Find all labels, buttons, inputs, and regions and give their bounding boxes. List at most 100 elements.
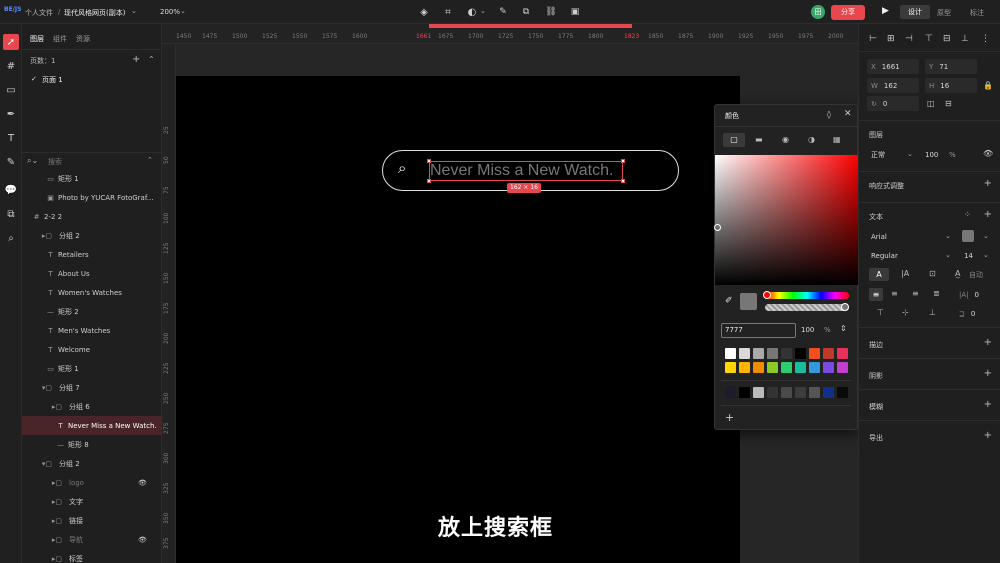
align-text-left-icon[interactable]: ≡ xyxy=(869,288,883,301)
hex-input[interactable]: 7777 xyxy=(721,323,796,338)
align-center-h-icon[interactable]: ⊞ xyxy=(887,34,895,44)
breadcrumb-root[interactable]: 个人文件 xyxy=(25,8,53,18)
chevron-down-icon[interactable]: ⌄ xyxy=(131,7,137,15)
selection-handle[interactable] xyxy=(427,159,431,163)
valign-bottom-icon[interactable]: ⊥ xyxy=(929,308,936,317)
solid-fill-icon[interactable]: ▢ xyxy=(723,133,745,147)
page-item[interactable]: 页面 1 xyxy=(42,75,63,85)
color-swatch[interactable] xyxy=(795,348,806,359)
chevron-down-icon[interactable]: ⌄ xyxy=(983,251,989,259)
list-item[interactable]: ▸▢ 链接 xyxy=(22,511,162,530)
add-export-icon[interactable]: + xyxy=(984,430,992,441)
link-icon[interactable]: ⛓ xyxy=(545,6,557,18)
add-stroke-icon[interactable]: + xyxy=(984,337,992,348)
text-auto-height-icon[interactable]: |A xyxy=(901,269,909,278)
image-fill-icon[interactable]: ▦ xyxy=(833,135,841,144)
letter-spacing-field[interactable]: |A| 0 xyxy=(955,287,995,302)
tab-design[interactable]: 设计 xyxy=(900,5,930,19)
layer-search-input[interactable]: 搜索 xyxy=(48,157,62,167)
align-middle-icon[interactable]: ⊟ xyxy=(943,34,951,44)
height-field[interactable]: H 16 xyxy=(925,78,977,93)
color-swatch[interactable] xyxy=(837,362,848,373)
color-cursor[interactable] xyxy=(714,224,721,231)
text-fixed-size-icon[interactable]: ⊡ xyxy=(929,269,936,278)
color-swatch[interactable] xyxy=(837,387,848,398)
collapse-all-icon[interactable]: ⌃ xyxy=(147,156,153,164)
width-field[interactable]: W 162 xyxy=(867,78,919,93)
color-swatch[interactable] xyxy=(767,362,778,373)
move-tool-icon[interactable]: ➚ xyxy=(3,34,19,50)
align-text-right-icon[interactable]: ≡ xyxy=(912,289,919,298)
color-swatch[interactable] xyxy=(809,348,820,359)
align-text-center-icon[interactable]: ≡ xyxy=(891,289,898,298)
list-item[interactable]: ▸▢ 文字 xyxy=(22,492,162,511)
search-icon[interactable]: ⌕⌄ xyxy=(27,156,38,166)
eye-icon[interactable]: 👁 xyxy=(138,479,147,487)
stepper-icon[interactable]: ⇕ xyxy=(840,324,847,333)
list-item[interactable]: ▸▢ logo 👁 xyxy=(22,473,162,492)
text-style-icon[interactable]: ⁘ xyxy=(964,210,971,219)
chevron-down-icon[interactable]: ⌄ xyxy=(983,232,989,240)
color-swatch[interactable] xyxy=(739,387,750,398)
color-swatch[interactable] xyxy=(809,387,820,398)
selection-handle[interactable] xyxy=(621,159,625,163)
file-name[interactable]: 现代风格网页(副本) xyxy=(64,8,125,18)
list-item[interactable]: — 矩形 8 xyxy=(22,435,162,454)
text-color-swatch[interactable] xyxy=(962,230,974,242)
add-blur-icon[interactable]: + xyxy=(984,399,992,410)
add-shadow-icon[interactable]: + xyxy=(984,368,992,379)
color-swatch[interactable] xyxy=(837,348,848,359)
alpha-handle[interactable] xyxy=(841,303,849,311)
rectangle-tool-icon[interactable]: ▭ xyxy=(3,82,19,98)
list-item[interactable]: ▭ 矩形 1 xyxy=(22,359,162,378)
text-tool-icon[interactable]: T xyxy=(3,130,19,146)
frame-tool-icon[interactable]: # xyxy=(3,58,19,74)
color-swatch[interactable] xyxy=(795,387,806,398)
opacity-drop-icon[interactable]: ◊ xyxy=(827,110,831,119)
list-item[interactable]: T Welcome xyxy=(22,340,162,359)
hue-handle[interactable] xyxy=(763,291,771,299)
list-item[interactable]: T Men's Watches xyxy=(22,321,162,340)
opacity-input[interactable]: 100 xyxy=(801,326,814,334)
pencil-tool-icon[interactable]: ✎ xyxy=(3,154,19,170)
text-auto-width-icon[interactable]: A xyxy=(869,268,889,281)
color-swatch[interactable] xyxy=(753,348,764,359)
list-item[interactable]: ▸▢ 导航 👁 xyxy=(22,530,162,549)
search-icon[interactable]: ⌕ xyxy=(398,161,406,176)
selection-handle[interactable] xyxy=(621,179,625,183)
add-page-icon[interactable]: + xyxy=(132,54,140,65)
list-item[interactable]: ▾▢ 分组 7 xyxy=(22,378,162,397)
list-item[interactable]: ▭ 矩形 1 xyxy=(22,169,162,188)
search-placeholder-text[interactable]: Never Miss a New Watch. xyxy=(430,162,613,180)
add-responsive-icon[interactable]: + xyxy=(984,178,992,189)
x-field[interactable]: X 1661 xyxy=(867,59,919,74)
auto-label[interactable]: 自动 xyxy=(969,270,983,280)
add-swatch-button[interactable]: + xyxy=(725,411,734,424)
color-swatch[interactable] xyxy=(781,387,792,398)
tab-prototype[interactable]: 原型 xyxy=(937,8,951,18)
color-swatch[interactable] xyxy=(725,387,736,398)
logo[interactable]: BE/JS xyxy=(4,6,21,13)
chevron-down-icon[interactable]: ⌄ xyxy=(180,7,186,15)
linear-gradient-icon[interactable]: ▬ xyxy=(755,135,763,144)
alpha-slider[interactable] xyxy=(765,304,849,311)
collapse-icon[interactable]: ⌃ xyxy=(148,55,155,64)
align-left-icon[interactable]: ⊢ xyxy=(869,34,877,44)
color-swatch[interactable] xyxy=(739,348,750,359)
tab-components[interactable]: 组件 xyxy=(53,34,67,44)
align-text-justify-icon[interactable]: ≣ xyxy=(933,289,940,298)
eye-icon[interactable]: 👁 xyxy=(983,149,993,158)
close-icon[interactable]: ✕ xyxy=(844,109,852,119)
chevron-down-icon[interactable]: ⌄ xyxy=(480,7,486,15)
share-button[interactable]: 分享 xyxy=(831,5,865,20)
tab-layers[interactable]: 图层 xyxy=(30,34,44,44)
frame-icon[interactable]: ⌗ xyxy=(442,6,454,18)
list-item[interactable]: T Women's Watches xyxy=(22,283,162,302)
valign-middle-icon[interactable]: ⊹ xyxy=(902,308,909,317)
resize-icon[interactable]: ▣ xyxy=(569,6,581,18)
color-swatch[interactable] xyxy=(725,362,736,373)
color-swatch[interactable] xyxy=(767,387,778,398)
text-truncate-icon[interactable]: A̲ xyxy=(955,269,960,278)
color-swatch[interactable] xyxy=(781,362,792,373)
color-swatch[interactable] xyxy=(823,387,834,398)
